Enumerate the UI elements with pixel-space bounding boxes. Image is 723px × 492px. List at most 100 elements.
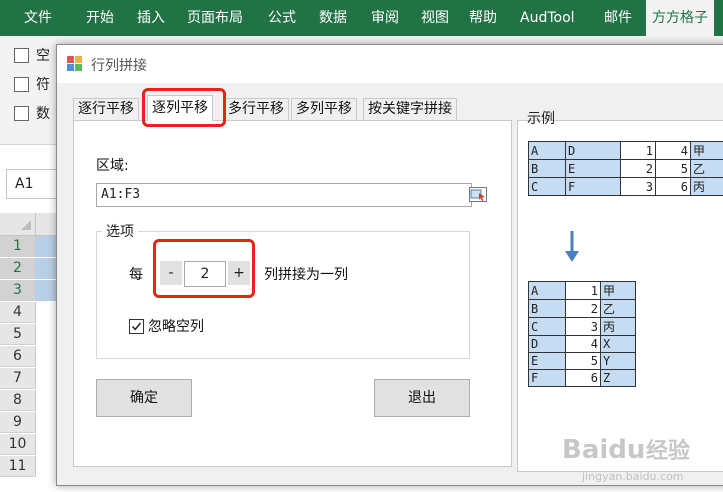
example-panel: AD14甲XBE25乙YCF36丙Z A1甲B2乙C3丙D4XE5YF6Z — [517, 120, 723, 472]
row-header-3[interactable]: 3 — [0, 280, 36, 301]
example-cell: 乙 — [690, 159, 723, 178]
example-cell: 3 — [620, 177, 656, 196]
example-cell: F — [565, 177, 621, 196]
example-cell: B — [528, 159, 566, 178]
example-before-row: AD14甲X — [528, 141, 723, 160]
ribbon-checkbox-1[interactable] — [14, 48, 29, 63]
ignore-empty-label: 忽略空列 — [148, 319, 204, 335]
highlight-box-stepper — [153, 239, 255, 298]
tab-keyword-join[interactable]: 按关键字拼接 — [363, 98, 457, 120]
exit-button[interactable]: 退出 — [374, 379, 470, 417]
example-cell: 丙 — [690, 177, 723, 196]
example-cell: D — [565, 141, 621, 160]
watermark-url: jingyan.baidu.com — [581, 470, 684, 483]
row-header-7[interactable]: 7 — [0, 368, 36, 389]
row-header-2[interactable]: 2 — [0, 258, 36, 279]
row-header-8[interactable]: 8 — [0, 390, 36, 411]
region-value: A1:F3 — [101, 187, 141, 202]
row-col-join-dialog: 行列拼接 逐行平移 逐列平移 多行平移 多列平移 按关键字拼接 区域: A1:F… — [56, 44, 723, 486]
example-cell: 6 — [655, 177, 691, 196]
example-before-row: CF36丙Z — [528, 177, 723, 196]
example-cell: C — [528, 177, 566, 196]
ribbon-tab-home[interactable]: 开始 — [86, 0, 114, 36]
example-cell: 1 — [565, 281, 601, 300]
example-cell: 2 — [620, 159, 656, 178]
example-cell: 甲 — [690, 141, 723, 160]
ribbon-tab-mail[interactable]: 邮件 — [604, 0, 632, 36]
row-header-1[interactable]: 1 — [0, 236, 36, 257]
ribbon-tab-formulas[interactable]: 公式 — [268, 0, 296, 36]
every-label: 每 — [129, 267, 143, 283]
ignore-empty-checkbox[interactable] — [129, 319, 144, 334]
ribbon-tab-fangfang[interactable]: 方方格子 — [646, 0, 714, 36]
row-header-5[interactable]: 5 — [0, 324, 36, 345]
example-cell: A — [528, 281, 566, 300]
example-after-table: A1甲B2乙C3丙D4XE5YF6Z — [528, 281, 636, 387]
watermark-brand: Baidu — [562, 435, 645, 465]
watermark-brand-cn: 经验 — [646, 438, 690, 464]
ribbon-checkbox-1-label: 空 — [36, 48, 50, 64]
tab-multi-row-shift[interactable]: 多行平移 — [223, 98, 289, 120]
dialog-titlebar[interactable]: 行列拼接 — [57, 45, 723, 83]
selected-cell-a2[interactable] — [35, 258, 57, 279]
range-select-icon[interactable] — [469, 187, 487, 202]
example-cell: 5 — [655, 159, 691, 178]
example-cell: C — [528, 317, 566, 336]
row-header-6[interactable]: 6 — [0, 346, 36, 367]
example-before-row: BE25乙Y — [528, 159, 723, 178]
row-header-11[interactable]: 11 — [0, 456, 36, 477]
select-all-triangle-icon — [21, 220, 31, 230]
example-cell: 5 — [565, 352, 601, 370]
ribbon-tab-view[interactable]: 视图 — [421, 0, 449, 36]
options-panel: 区域: A1:F3 选项 每 - 2 + 列拼接为一列 忽略空列 确定 退出 — [73, 120, 512, 467]
checkmark-icon — [131, 322, 142, 331]
example-cell: 1 — [620, 141, 656, 160]
region-label: 区域: — [96, 158, 129, 174]
example-cell: 4 — [655, 141, 691, 160]
example-cell: E — [565, 159, 621, 178]
example-cell: Z — [600, 369, 636, 387]
highlight-box-active-tab — [142, 88, 226, 127]
example-cell: E — [528, 352, 566, 370]
ribbon-tab-insert[interactable]: 插入 — [137, 0, 165, 36]
selected-cell-a3[interactable] — [35, 280, 57, 301]
region-input[interactable]: A1:F3 — [96, 183, 487, 207]
example-cell: X — [600, 335, 636, 353]
options-title: 选项 — [102, 221, 138, 241]
ok-button[interactable]: 确定 — [96, 379, 192, 417]
example-cell: 2 — [565, 299, 601, 318]
example-after-row: E5Y — [528, 352, 636, 370]
example-cell: 乙 — [600, 299, 636, 318]
ribbon-checkbox-2[interactable] — [14, 77, 29, 92]
example-cell: Y — [600, 352, 636, 370]
example-cell: 甲 — [600, 281, 636, 300]
example-cell: 3 — [565, 317, 601, 336]
ribbon-checkbox-3[interactable] — [14, 106, 29, 121]
suffix-label: 列拼接为一列 — [264, 267, 348, 283]
ribbon-tab-audtool[interactable]: AudTool — [520, 0, 575, 36]
example-cell: B — [528, 299, 566, 318]
ribbon-tab-file[interactable]: 文件 — [24, 0, 52, 36]
dialog-title: 行列拼接 — [91, 58, 147, 74]
tab-row-shift[interactable]: 逐行平移 — [73, 98, 139, 120]
row-header-4[interactable]: 4 — [0, 302, 36, 323]
baidu-watermark-logo: Baidu 经验 jingyan.baidu.com — [562, 435, 690, 483]
ribbon-tab-page-layout[interactable]: 页面布局 — [187, 0, 243, 36]
row-header-10[interactable]: 10 — [0, 434, 36, 455]
row-header-9[interactable]: 9 — [0, 412, 36, 433]
ribbon-tab-review[interactable]: 审阅 — [371, 0, 399, 36]
ribbon-checkbox-2-label: 符 — [36, 77, 50, 93]
example-label: 示例 — [527, 111, 555, 127]
ribbon-checkbox-3-label: 数 — [36, 106, 50, 122]
example-after-row: F6Z — [528, 369, 636, 387]
example-cell: 6 — [565, 369, 601, 387]
app-icon — [67, 56, 83, 72]
example-cell: 丙 — [600, 317, 636, 336]
tab-multi-column-shift[interactable]: 多列平移 — [291, 98, 357, 120]
ribbon-tab-help[interactable]: 帮助 — [469, 0, 497, 36]
selected-cell-a1[interactable] — [35, 236, 57, 257]
example-after-row: B2乙 — [528, 299, 636, 318]
excel-ribbon-tabs: 文件 开始 插入 页面布局 公式 数据 审阅 视图 帮助 AudTool 邮件 … — [0, 0, 723, 36]
example-after-row: C3丙 — [528, 317, 636, 336]
ribbon-tab-data[interactable]: 数据 — [319, 0, 347, 36]
